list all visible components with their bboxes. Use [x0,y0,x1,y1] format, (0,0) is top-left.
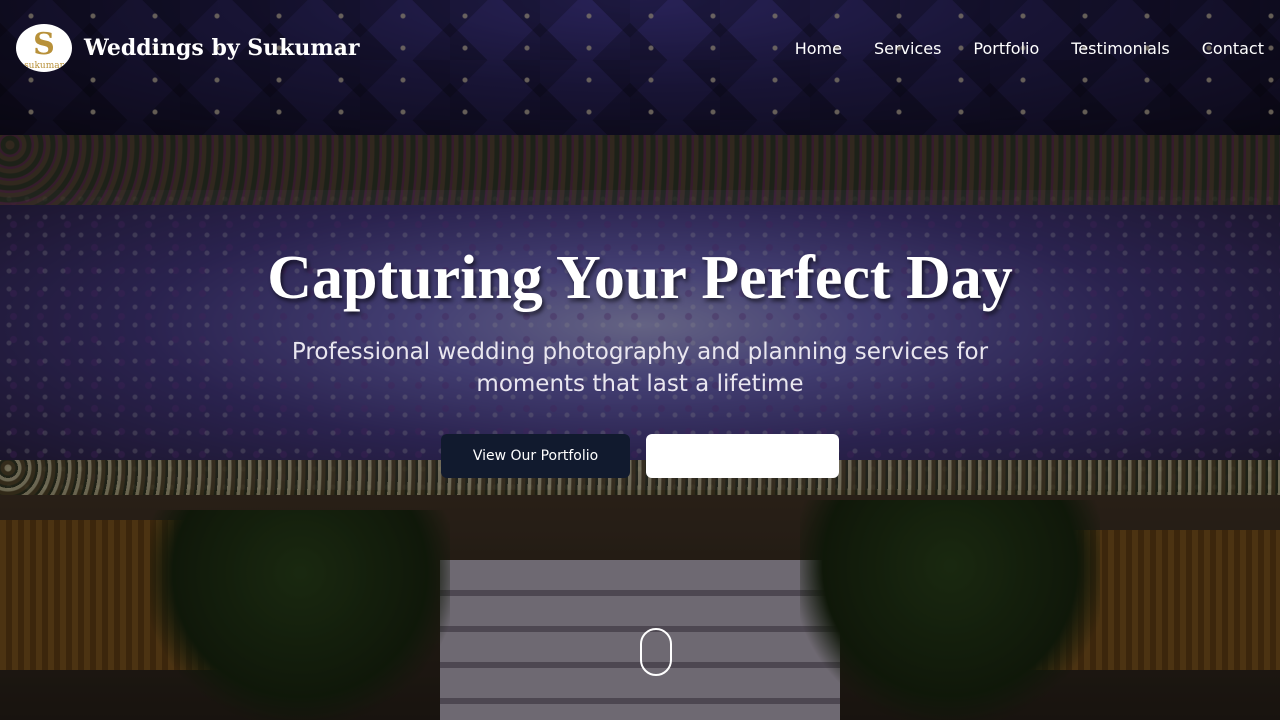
nav-home[interactable]: Home [795,39,842,58]
hero-subtitle: Professional wedding photography and pla… [291,339,989,397]
secondary-cta-button[interactable] [646,434,839,478]
scroll-mouse-icon[interactable] [640,628,672,676]
nav-services[interactable]: Services [874,39,941,58]
logo[interactable]: S sukumar [16,24,72,72]
logo-mark: S [33,27,55,62]
main-nav: Home Services Portfolio Testimonials Con… [795,39,1264,58]
nav-testimonials[interactable]: Testimonials [1071,39,1170,58]
nav-portfolio[interactable]: Portfolio [973,39,1039,58]
nav-contact[interactable]: Contact [1202,39,1264,58]
hero-content: Capturing Your Perfect Day Professional … [0,240,1280,478]
cta-row: View Our Portfolio [0,434,1280,478]
site-header: S sukumar Weddings by Sukumar Home Servi… [0,0,1280,96]
view-portfolio-button[interactable]: View Our Portfolio [441,434,630,478]
hero-title: Capturing Your Perfect Day [267,244,1013,312]
hero-section: S sukumar Weddings by Sukumar Home Servi… [0,0,1280,720]
brand[interactable]: S sukumar Weddings by Sukumar [16,24,360,72]
site-title[interactable]: Weddings by Sukumar [84,35,360,61]
logo-subtext: sukumar [24,61,64,71]
